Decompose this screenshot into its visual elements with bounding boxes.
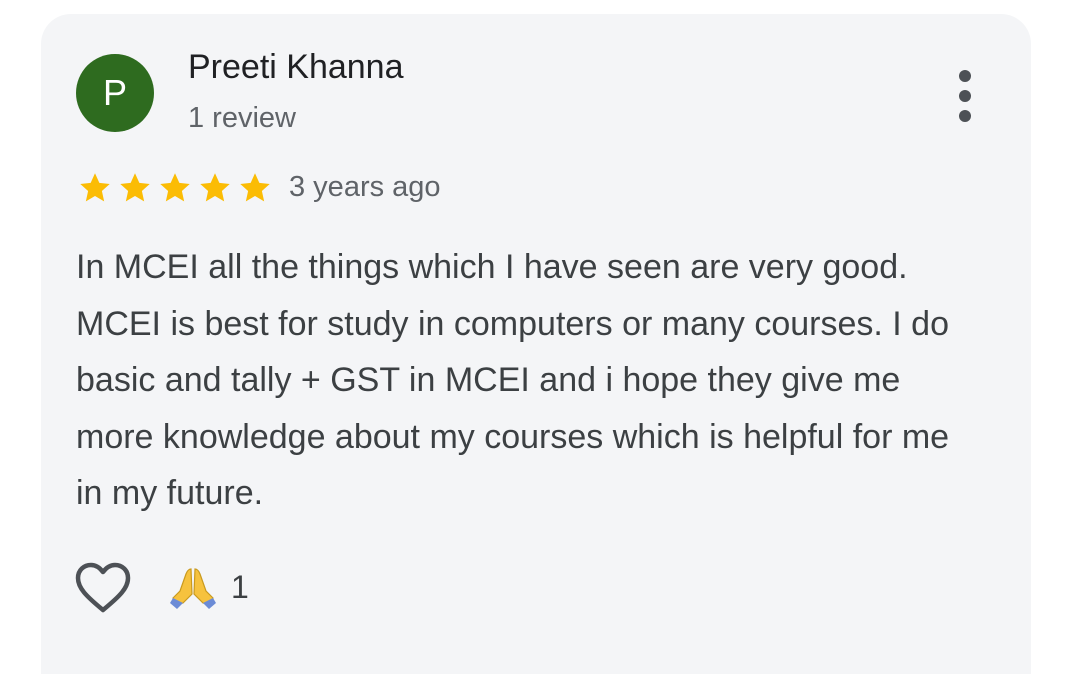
more-vertical-icon-dot xyxy=(959,110,971,122)
reaction-count: 1 xyxy=(231,568,249,605)
more-options-button[interactable] xyxy=(945,68,985,124)
star-icon xyxy=(200,173,230,202)
more-vertical-icon-dot xyxy=(959,70,971,82)
star-icon xyxy=(240,173,270,202)
reaction-button[interactable]: 1 xyxy=(169,563,249,611)
more-vertical-icon-dot xyxy=(959,90,971,102)
folded-hands-icon xyxy=(170,568,216,609)
star-icon xyxy=(160,173,190,202)
review-card: P Preeti Khanna 1 review 3 years ago In … xyxy=(41,14,1031,674)
star-icon xyxy=(120,173,150,202)
star-rating xyxy=(76,168,276,208)
star-icon xyxy=(80,173,110,202)
like-button[interactable] xyxy=(74,562,132,614)
reviewer-name[interactable]: Preeti Khanna xyxy=(188,48,404,87)
review-text: In MCEI all the things which I have seen… xyxy=(76,248,950,512)
heart-outline-icon xyxy=(75,562,131,613)
avatar[interactable]: P xyxy=(76,54,154,132)
review-time: 3 years ago xyxy=(289,171,441,203)
reviewer-review-count: 1 review xyxy=(188,102,296,134)
